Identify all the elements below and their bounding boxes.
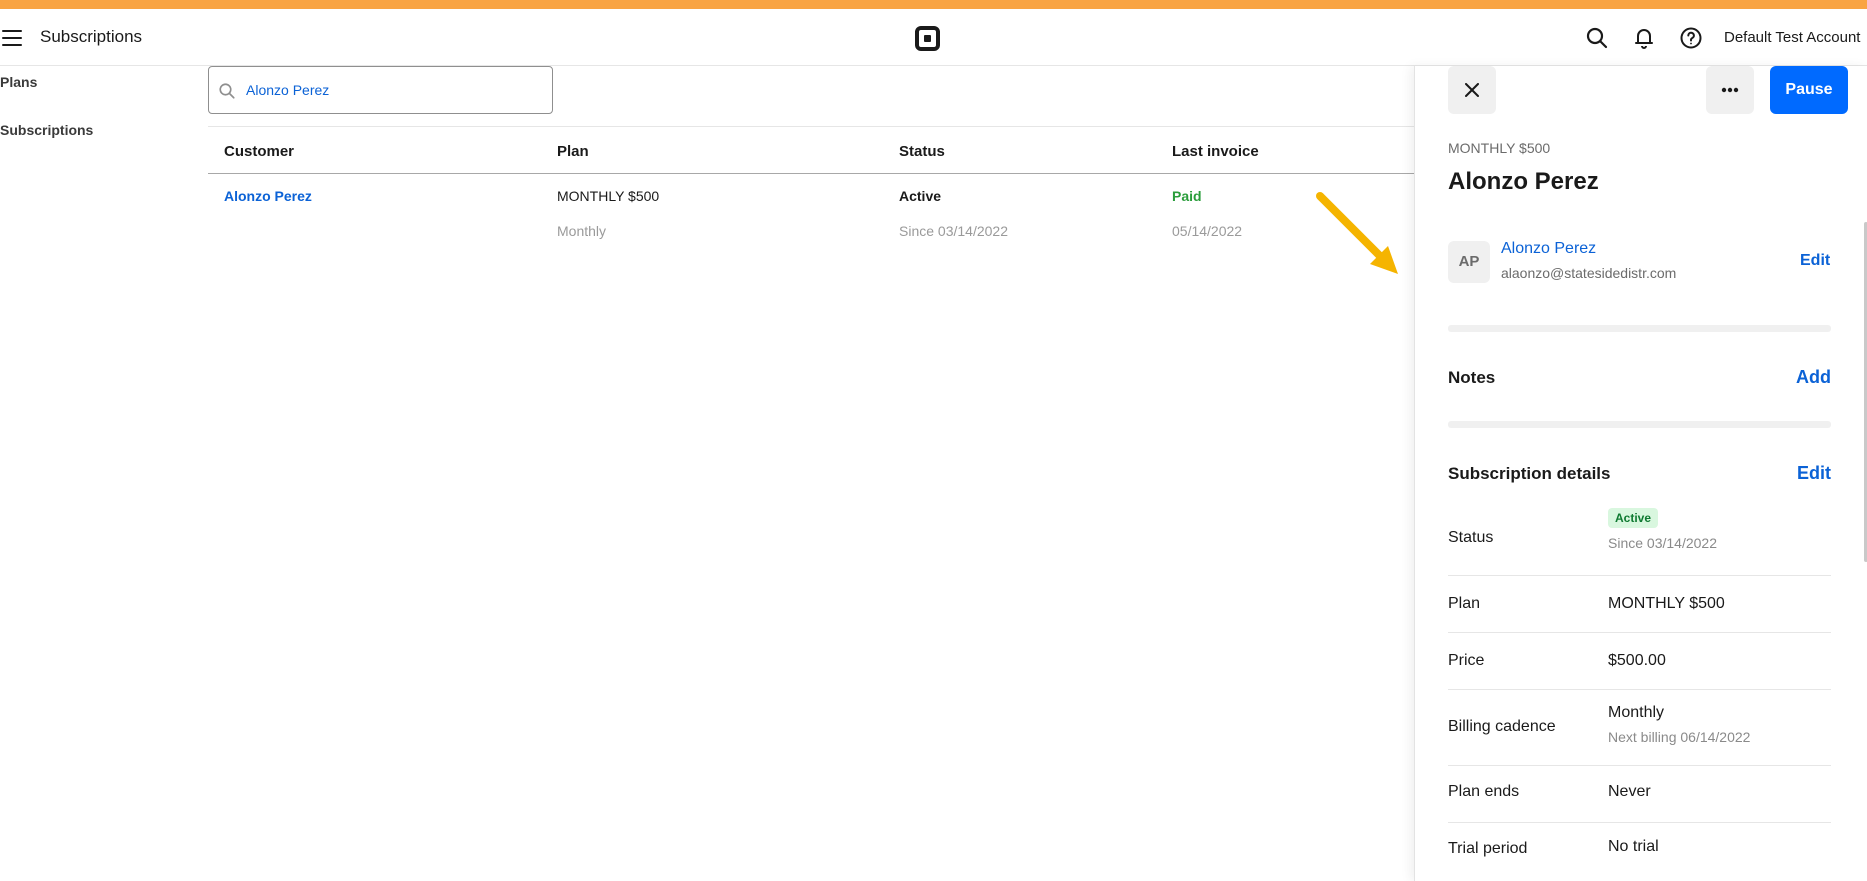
detail-label: Billing cadence [1448,718,1556,735]
detail-label: Plan [1448,595,1481,612]
bell-icon[interactable] [1632,26,1656,50]
detail-value: No trial [1608,838,1659,855]
square-logo-icon[interactable] [915,26,940,51]
table-header: Customer Plan Status Last invoice [208,126,1414,174]
account-name[interactable]: Default Test Account [1724,29,1860,46]
nav-item-subscriptions[interactable]: Subscriptions [0,122,93,138]
app-title: Subscriptions [40,27,143,46]
more-icon [1721,87,1739,93]
column-header-customer[interactable]: Customer [224,143,294,160]
notes-title: Notes [1448,368,1496,387]
top-bar: Subscriptions Default Test Account [0,9,1867,66]
detail-row-trial-period: Trial period No trial [1448,823,1831,880]
detail-row-plan-ends: Plan ends Never [1448,766,1831,823]
row-last-invoice-date: 05/14/2022 [1172,223,1243,239]
search-icon[interactable] [1585,26,1609,50]
detail-row-plan: Plan MONTHLY $500 [1448,576,1831,633]
column-header-status[interactable]: Status [899,143,945,160]
row-last-invoice-status: Paid [1172,188,1202,204]
detail-sub-value: Next billing 06/14/2022 [1608,729,1751,745]
annotation-arrow-icon [1316,192,1398,274]
edit-customer-link[interactable]: Edit [1800,252,1830,270]
pause-button[interactable]: Pause [1770,66,1848,114]
table-row[interactable]: Alonzo Perez MONTHLY $500 Monthly Active… [208,174,1414,254]
edit-details-link[interactable]: Edit [1797,463,1831,484]
row-status-since: Since 03/14/2022 [899,223,1008,239]
row-status: Active [899,188,942,204]
panel-customer-name: Alonzo Perez [1448,168,1599,195]
subscription-detail-panel: Pause MONTHLY $500 Alonzo Perez AP Alonz… [1414,66,1867,881]
column-header-plan[interactable]: Plan [557,143,589,160]
more-options-button[interactable] [1706,66,1754,114]
help-icon[interactable] [1679,26,1703,50]
detail-value: Never [1608,783,1651,800]
avatar: AP [1448,241,1490,283]
row-plan: MONTHLY $500 [557,188,660,204]
detail-value: MONTHLY $500 [1608,595,1725,612]
section-divider [1448,421,1831,428]
detail-row-billing-cadence: Billing cadence Monthly Next billing 06/… [1448,690,1831,766]
row-plan-cadence: Monthly [557,223,607,239]
nav-item-plans[interactable]: Plans [0,74,37,90]
detail-label: Price [1448,652,1485,669]
detail-row-status: Status Active Since 03/14/2022 [1448,503,1831,576]
section-divider [1448,325,1831,332]
subscription-details-title: Subscription details [1448,464,1611,483]
detail-label: Plan ends [1448,783,1520,800]
detail-row-price: Price $500.00 [1448,633,1831,690]
detail-value: $500.00 [1608,652,1666,669]
panel-plan-label: MONTHLY $500 [1448,140,1551,156]
row-customer-link[interactable]: Alonzo Perez [224,188,312,204]
detail-label: Status [1448,529,1494,546]
customer-name-link[interactable]: Alonzo Perez [1501,240,1596,258]
close-button[interactable] [1448,66,1496,114]
search-field[interactable] [208,66,553,114]
add-note-link[interactable]: Add [1796,367,1831,388]
customer-email: alaonzo@statesidedistr.com [1501,265,1677,281]
close-icon [1465,83,1479,97]
detail-label: Trial period [1448,840,1528,857]
detail-value: Monthly [1608,704,1665,721]
top-accent-stripe [0,0,1867,9]
status-badge: Active [1608,508,1659,528]
detail-sub-value: Since 03/14/2022 [1608,535,1717,551]
search-icon [219,83,235,99]
menu-icon[interactable] [2,30,22,46]
column-header-last-invoice[interactable]: Last invoice [1172,143,1259,160]
search-input[interactable] [246,79,536,101]
